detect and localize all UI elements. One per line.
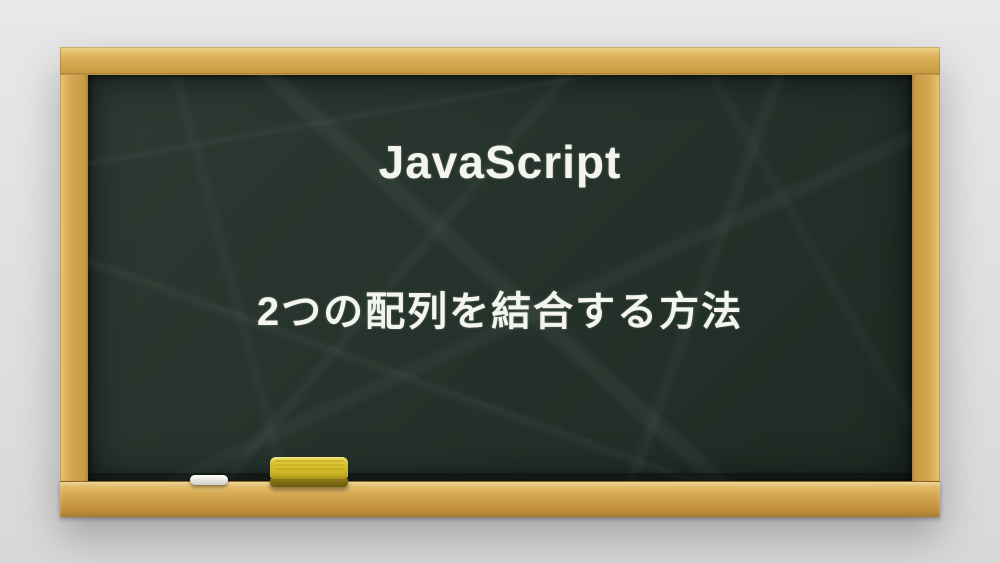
chalk-icon — [190, 475, 228, 485]
board-title: JavaScript — [379, 135, 622, 189]
frame-right — [912, 47, 940, 517]
frame-top — [60, 47, 940, 75]
frame-left — [60, 47, 88, 517]
frame-bottom-ledge — [60, 481, 940, 517]
eraser-top — [270, 457, 348, 479]
board-surface: JavaScript 2つの配列を結合する方法 — [88, 75, 912, 481]
eraser-icon — [270, 457, 348, 487]
eraser-bottom — [270, 479, 348, 487]
chalkboard: JavaScript 2つの配列を結合する方法 — [60, 47, 940, 517]
board-subtitle: 2つの配列を結合する方法 — [257, 279, 743, 337]
